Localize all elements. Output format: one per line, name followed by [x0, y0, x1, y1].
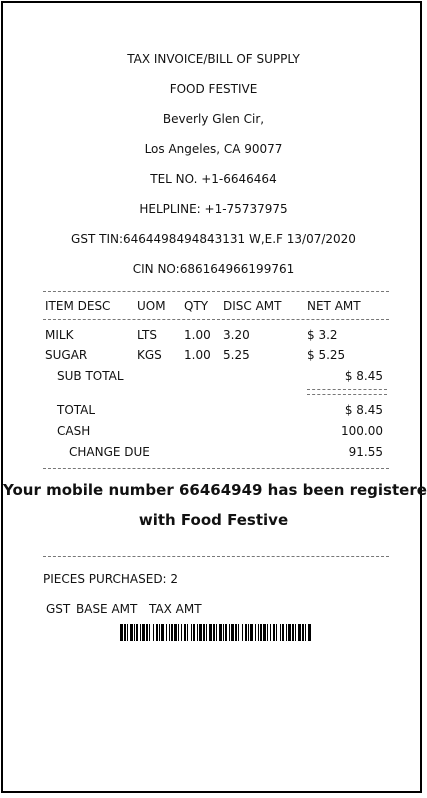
item-disc: 3.20: [223, 328, 250, 342]
store-name: FOOD FESTIVE: [169, 82, 258, 96]
address-line-2: Los Angeles, CA 90077: [144, 142, 283, 156]
pieces-purchased: PIECES PURCHASED: 2: [43, 572, 179, 586]
col-net-amt: NET AMT: [307, 299, 361, 313]
registration-message-line-1: Your mobile number 66464949 has been reg…: [3, 481, 427, 499]
gst-column: GST: [46, 602, 71, 616]
invoice-title: TAX INVOICE/BILL OF SUPPLY: [127, 52, 300, 66]
item-net: $ 5.25: [307, 348, 346, 362]
item-desc: SUGAR: [45, 348, 88, 362]
divider: [43, 319, 389, 320]
item-qty: 1.00: [184, 328, 211, 342]
subtotal-label: SUB TOTAL: [57, 369, 124, 383]
subtotal-value: $ 8.45: [344, 369, 383, 383]
divider: [43, 291, 389, 292]
divider: [43, 468, 389, 469]
total-value: $ 8.45: [344, 403, 383, 417]
item-qty: 1.00: [184, 348, 211, 362]
registration-message-line-2: with Food Festive: [138, 511, 289, 529]
gst-tin: GST TIN:6464498494843131 W,E.F 13/07/202…: [71, 232, 356, 246]
item-uom: LTS: [137, 328, 157, 342]
col-item-desc: ITEM DESC: [45, 299, 111, 313]
item-desc: MILK: [45, 328, 74, 342]
change-label: CHANGE DUE: [69, 445, 150, 459]
subtotal-divider: [307, 394, 387, 395]
address-line-1: Beverly Glen Cir,: [162, 112, 265, 126]
cash-value: 100.00: [341, 424, 383, 438]
telephone: TEL NO. +1-6646464: [150, 172, 277, 186]
receipt: TAX INVOICE/BILL OF SUPPLY FOOD FESTIVE …: [1, 1, 427, 793]
tax-amt-column: TAX AMT: [149, 602, 202, 616]
item-net: $ 3.2: [307, 328, 338, 342]
item-uom: KGS: [137, 348, 162, 362]
col-disc-amt: DISC AMT: [223, 299, 282, 313]
total-label: TOTAL: [57, 403, 96, 417]
divider: [43, 556, 389, 557]
col-uom: UOM: [137, 299, 166, 313]
base-amt-column: BASE AMT: [76, 602, 138, 616]
item-disc: 5.25: [223, 348, 250, 362]
cin-number: CIN NO:686164966199761: [132, 262, 295, 276]
barcode: [120, 624, 311, 641]
cash-label: CASH: [57, 424, 91, 438]
subtotal-divider: [307, 389, 387, 390]
helpline: HELPLINE: +1-75737975: [139, 202, 288, 216]
col-qty: QTY: [184, 299, 209, 313]
change-value: 91.55: [348, 445, 383, 459]
